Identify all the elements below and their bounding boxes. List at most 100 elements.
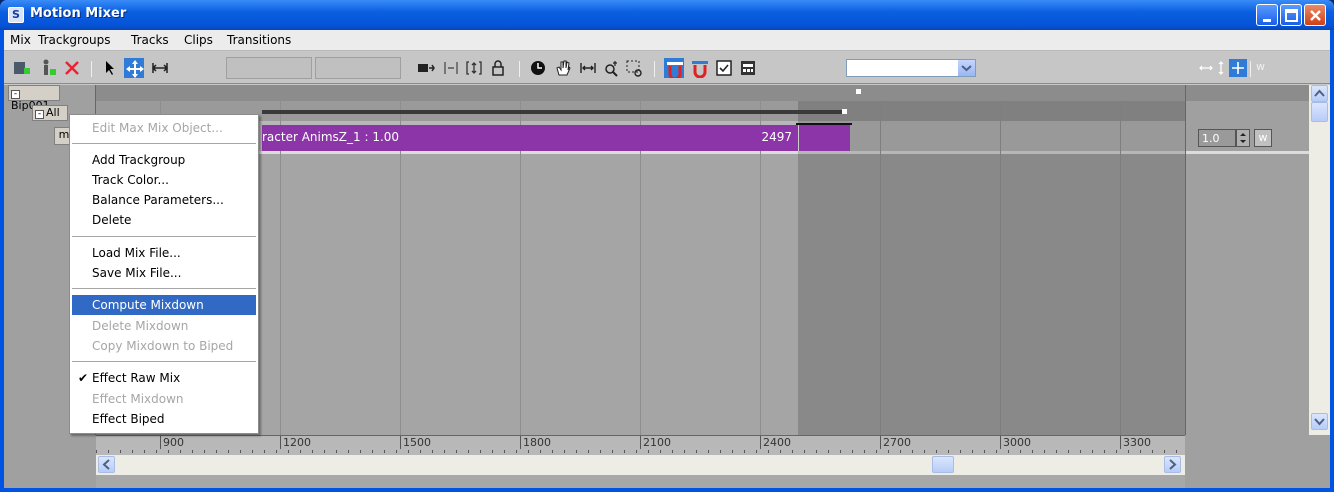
ruler-tick: 1500 xyxy=(400,436,431,449)
menu-bar: Mix Trackgroups Tracks Clips Transitions xyxy=(4,30,1330,51)
range-bars-icon[interactable] xyxy=(441,58,461,78)
bottom-left-corner xyxy=(4,435,96,488)
snap-clips-icon[interactable] xyxy=(690,58,710,78)
add-trackgroup-icon[interactable] xyxy=(12,58,32,78)
select-arrow-icon[interactable] xyxy=(100,58,120,78)
menu-item-track-color[interactable]: Track Color... xyxy=(72,170,256,190)
menu-separator xyxy=(72,288,256,289)
horizontal-scroll-thumb[interactable] xyxy=(932,456,954,473)
bottom-right-corner xyxy=(1185,435,1330,488)
time-ruler[interactable]: 900 1200 1500 1800 2100 2400 2700 3000 3… xyxy=(96,435,1185,455)
weight-toggle-label[interactable]: w xyxy=(1256,60,1265,73)
trackgroup-range-bar[interactable] xyxy=(262,110,842,114)
collapse-icon[interactable]: - xyxy=(11,90,20,99)
menu-item-compute-mixdown[interactable]: Compute Mixdown xyxy=(72,295,256,315)
menu-mix[interactable]: Mix xyxy=(10,33,31,47)
menu-transitions[interactable]: Transitions xyxy=(227,33,291,47)
tree-node-biped[interactable]: -Bip001 xyxy=(8,85,60,112)
menu-item-add-trackgroup[interactable]: Add Trackgroup xyxy=(72,150,256,170)
menu-item-balance-parameters[interactable]: Balance Parameters... xyxy=(72,190,256,210)
scroll-down-button[interactable] xyxy=(1311,413,1328,430)
ruler-tick: 3300 xyxy=(1120,436,1151,449)
lock-icon[interactable] xyxy=(488,58,508,78)
chevron-left-icon xyxy=(102,459,110,470)
menu-item-save-mix-file[interactable]: Save Mix File... xyxy=(72,263,256,283)
menu-item-edit-max-mix-object[interactable]: Edit Max Mix Object... xyxy=(72,118,256,138)
zoom-region-icon[interactable] xyxy=(624,58,644,78)
menu-item-delete[interactable]: Delete xyxy=(72,210,256,230)
zoom-extents-icon[interactable] xyxy=(578,58,598,78)
ruler-tick: 2100 xyxy=(640,436,671,449)
move-all-icon[interactable] xyxy=(1229,58,1249,78)
toolbar-separator xyxy=(519,61,520,77)
clock-icon[interactable] xyxy=(528,58,548,78)
menu-item-effect-mixdown[interactable]: Effect Mixdown xyxy=(72,389,256,409)
window-title: Motion Mixer xyxy=(30,6,127,21)
scroll-right-button[interactable] xyxy=(1164,456,1181,473)
tree-node-trackgroup[interactable]: - All xyxy=(32,105,68,121)
title-bar[interactable]: S Motion Mixer xyxy=(0,0,1334,30)
add-biped-icon[interactable] xyxy=(38,58,58,78)
minimize-button[interactable] xyxy=(1256,4,1278,26)
grid-line xyxy=(760,101,761,435)
menu-item-load-mix-file[interactable]: Load Mix File... xyxy=(72,243,256,263)
vertical-scrollbar[interactable] xyxy=(1309,85,1330,435)
chevron-right-icon xyxy=(1169,459,1177,470)
scale-clip-icon[interactable] xyxy=(150,58,170,78)
toggle-check-icon[interactable] xyxy=(714,58,734,78)
zoom-icon[interactable] xyxy=(601,58,621,78)
snap-frames-icon[interactable] xyxy=(664,58,684,78)
motion-mixer-window: S Motion Mixer Mix Trackgroups Tracks Cl… xyxy=(0,0,1334,492)
filter-combo[interactable] xyxy=(846,59,976,77)
menu-trackgroups[interactable]: Trackgroups xyxy=(38,33,111,47)
weight-input[interactable]: 1.0 xyxy=(1198,129,1236,147)
weight-divider xyxy=(1186,151,1310,154)
horizontal-scrollbar[interactable] xyxy=(96,455,1185,475)
menu-clips[interactable]: Clips xyxy=(184,33,213,47)
weight-header-row xyxy=(1186,85,1310,101)
grid-line xyxy=(280,101,281,435)
collapse-icon[interactable]: - xyxy=(35,110,44,119)
range-end-marker[interactable] xyxy=(842,109,847,114)
grid-line xyxy=(1120,101,1121,435)
out-of-range-shade xyxy=(798,101,1185,435)
balance-icon[interactable] xyxy=(738,58,758,78)
menu-item-copy-mixdown-to-biped[interactable]: Copy Mixdown to Biped xyxy=(72,336,256,356)
maximize-button[interactable] xyxy=(1280,4,1302,26)
ruler-tick: 1200 xyxy=(280,436,311,449)
timeline-area[interactable]: racter AnimsZ_1 : 1.00 2497 xyxy=(96,85,1185,435)
max-logo-icon[interactable]: S xyxy=(8,7,24,23)
frame-field-a[interactable] xyxy=(226,57,312,79)
frame-field-b[interactable] xyxy=(315,57,401,79)
menu-item-effect-biped[interactable]: Effect Biped xyxy=(72,409,256,429)
tree-node-track-label: m xyxy=(58,128,70,141)
grid-line xyxy=(520,101,521,435)
scroll-left-button[interactable] xyxy=(98,456,115,473)
scroll-up-button[interactable] xyxy=(1311,85,1328,102)
vertical-scroll-thumb[interactable] xyxy=(1311,102,1328,122)
menu-item-delete-mixdown[interactable]: Delete Mixdown xyxy=(72,316,256,336)
weight-panel: 1.0 w xyxy=(1185,85,1310,435)
tree-node-trackgroup-label: All xyxy=(46,106,60,119)
clip-tail-block[interactable] xyxy=(798,125,850,151)
group-header-row xyxy=(96,85,1185,101)
bracket-range-icon[interactable] xyxy=(464,58,484,78)
weight-curve-button[interactable]: w xyxy=(1254,129,1272,147)
move-clips-icon[interactable] xyxy=(124,58,144,78)
clip-block[interactable]: racter AnimsZ_1 : 1.00 2497 xyxy=(262,125,798,151)
set-range-icon[interactable] xyxy=(416,58,436,78)
weight-spinner[interactable] xyxy=(1236,129,1250,147)
chevron-down-icon xyxy=(1314,418,1325,426)
menu-separator xyxy=(72,143,256,144)
menu-item-effect-raw-mix-label: Effect Raw Mix xyxy=(92,371,181,385)
menu-tracks[interactable]: Tracks xyxy=(131,33,169,47)
menu-item-effect-raw-mix[interactable]: ✔ Effect Raw Mix xyxy=(72,368,256,388)
range-marker[interactable] xyxy=(856,89,861,94)
ruler-tick: 3000 xyxy=(1000,436,1031,449)
close-button[interactable] xyxy=(1304,4,1326,26)
chevron-down-icon[interactable] xyxy=(958,60,975,76)
clip-end-frame: 2497 xyxy=(761,130,792,144)
delete-icon[interactable] xyxy=(62,58,82,78)
menu-separator xyxy=(72,361,256,362)
pan-hand-icon[interactable] xyxy=(553,58,573,78)
